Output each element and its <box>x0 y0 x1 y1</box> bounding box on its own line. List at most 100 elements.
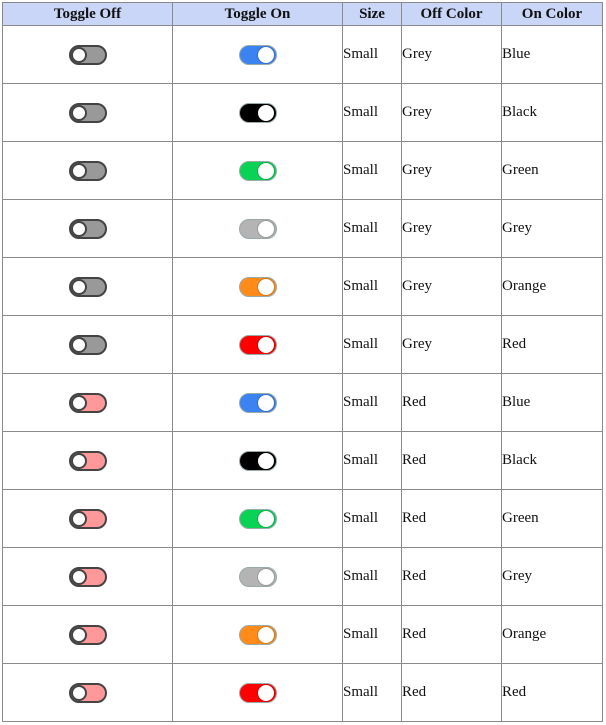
size-cell: Small <box>342 489 402 548</box>
toggle-knob <box>257 684 274 701</box>
toggle-switch-on[interactable] <box>238 276 277 297</box>
on-color-cell: Red <box>501 315 603 374</box>
off-color-cell: Grey <box>401 25 502 84</box>
toggle-on-cell <box>172 199 343 258</box>
toggle-off-cell <box>2 373 173 432</box>
size-cell: Small <box>342 431 402 490</box>
off-color-cell: Grey <box>401 199 502 258</box>
table-row: Small Red Grey <box>2 547 603 606</box>
toggle-knob <box>257 162 274 179</box>
off-color-cell: Red <box>401 547 502 606</box>
toggle-on-cell <box>172 663 343 722</box>
on-color-cell: Orange <box>501 605 603 664</box>
toggle-knob <box>257 568 274 585</box>
toggle-switch-on[interactable] <box>238 450 277 471</box>
toggle-off-cell <box>2 315 173 374</box>
table-row: Small Grey Orange <box>2 257 603 316</box>
toggle-switch-on[interactable] <box>238 218 277 239</box>
toggle-switch-off[interactable] <box>68 508 107 529</box>
size-cell: Small <box>342 83 402 142</box>
toggle-knob <box>70 162 87 179</box>
on-color-cell: Green <box>501 141 603 200</box>
toggle-switch-on[interactable] <box>238 334 277 355</box>
toggle-demo-table: Toggle Off Toggle On Size Off Color On C… <box>2 2 603 722</box>
toggle-switch-off[interactable] <box>68 450 107 471</box>
toggle-knob <box>70 510 87 527</box>
off-color-cell: Red <box>401 489 502 548</box>
toggle-switch-off[interactable] <box>68 392 107 413</box>
toggle-on-cell <box>172 141 343 200</box>
header-toggle-on: Toggle On <box>172 2 343 26</box>
toggle-switch-off[interactable] <box>68 160 107 181</box>
toggle-knob <box>257 452 274 469</box>
size-cell: Small <box>342 199 402 258</box>
toggle-switch-off[interactable] <box>68 276 107 297</box>
table-row: Small Red Blue <box>2 373 603 432</box>
toggle-on-cell <box>172 315 343 374</box>
toggle-knob <box>257 46 274 63</box>
toggle-switch-on[interactable] <box>238 624 277 645</box>
toggle-switch-on[interactable] <box>238 392 277 413</box>
toggle-switch-off[interactable] <box>68 566 107 587</box>
toggle-knob <box>70 684 87 701</box>
toggle-knob <box>70 46 87 63</box>
on-color-cell: Grey <box>501 547 603 606</box>
off-color-cell: Grey <box>401 315 502 374</box>
toggle-off-cell <box>2 83 173 142</box>
toggle-switch-on[interactable] <box>238 682 277 703</box>
size-cell: Small <box>342 547 402 606</box>
header-toggle-off: Toggle Off <box>2 2 173 26</box>
toggle-knob <box>70 336 87 353</box>
toggle-knob <box>257 104 274 121</box>
table-row: Small Grey Green <box>2 141 603 200</box>
toggle-on-cell <box>172 83 343 142</box>
toggle-knob <box>70 278 87 295</box>
toggle-on-cell <box>172 547 343 606</box>
toggle-switch-off[interactable] <box>68 218 107 239</box>
toggle-knob <box>257 626 274 643</box>
header-row: Toggle Off Toggle On Size Off Color On C… <box>2 2 603 26</box>
off-color-cell: Red <box>401 663 502 722</box>
off-color-cell: Red <box>401 373 502 432</box>
table-row: Small Red Red <box>2 663 603 722</box>
header-on-color: On Color <box>501 2 603 26</box>
size-cell: Small <box>342 25 402 84</box>
size-cell: Small <box>342 373 402 432</box>
toggle-switch-on[interactable] <box>238 508 277 529</box>
toggle-switch-on[interactable] <box>238 566 277 587</box>
on-color-cell: Green <box>501 489 603 548</box>
size-cell: Small <box>342 663 402 722</box>
table-row: Small Red Green <box>2 489 603 548</box>
toggle-knob <box>257 220 274 237</box>
off-color-cell: Red <box>401 431 502 490</box>
toggle-on-cell <box>172 373 343 432</box>
on-color-cell: Blue <box>501 373 603 432</box>
on-color-cell: Grey <box>501 199 603 258</box>
table-row: Small Grey Black <box>2 83 603 142</box>
size-cell: Small <box>342 605 402 664</box>
toggle-switch-off[interactable] <box>68 682 107 703</box>
toggle-switch-on[interactable] <box>238 44 277 65</box>
on-color-cell: Red <box>501 663 603 722</box>
toggle-knob <box>70 452 87 469</box>
toggle-off-cell <box>2 25 173 84</box>
toggle-knob <box>257 394 274 411</box>
toggle-off-cell <box>2 199 173 258</box>
toggle-knob <box>257 278 274 295</box>
toggle-switch-on[interactable] <box>238 160 277 181</box>
toggle-switch-off[interactable] <box>68 624 107 645</box>
toggle-switch-off[interactable] <box>68 102 107 123</box>
toggle-on-cell <box>172 431 343 490</box>
toggle-off-cell <box>2 257 173 316</box>
toggle-off-cell <box>2 605 173 664</box>
toggle-switch-on[interactable] <box>238 102 277 123</box>
toggle-knob <box>70 394 87 411</box>
off-color-cell: Grey <box>401 83 502 142</box>
toggle-switch-off[interactable] <box>68 334 107 355</box>
size-cell: Small <box>342 315 402 374</box>
size-cell: Small <box>342 257 402 316</box>
toggle-switch-off[interactable] <box>68 44 107 65</box>
on-color-cell: Orange <box>501 257 603 316</box>
header-off-color: Off Color <box>401 2 502 26</box>
on-color-cell: Black <box>501 83 603 142</box>
